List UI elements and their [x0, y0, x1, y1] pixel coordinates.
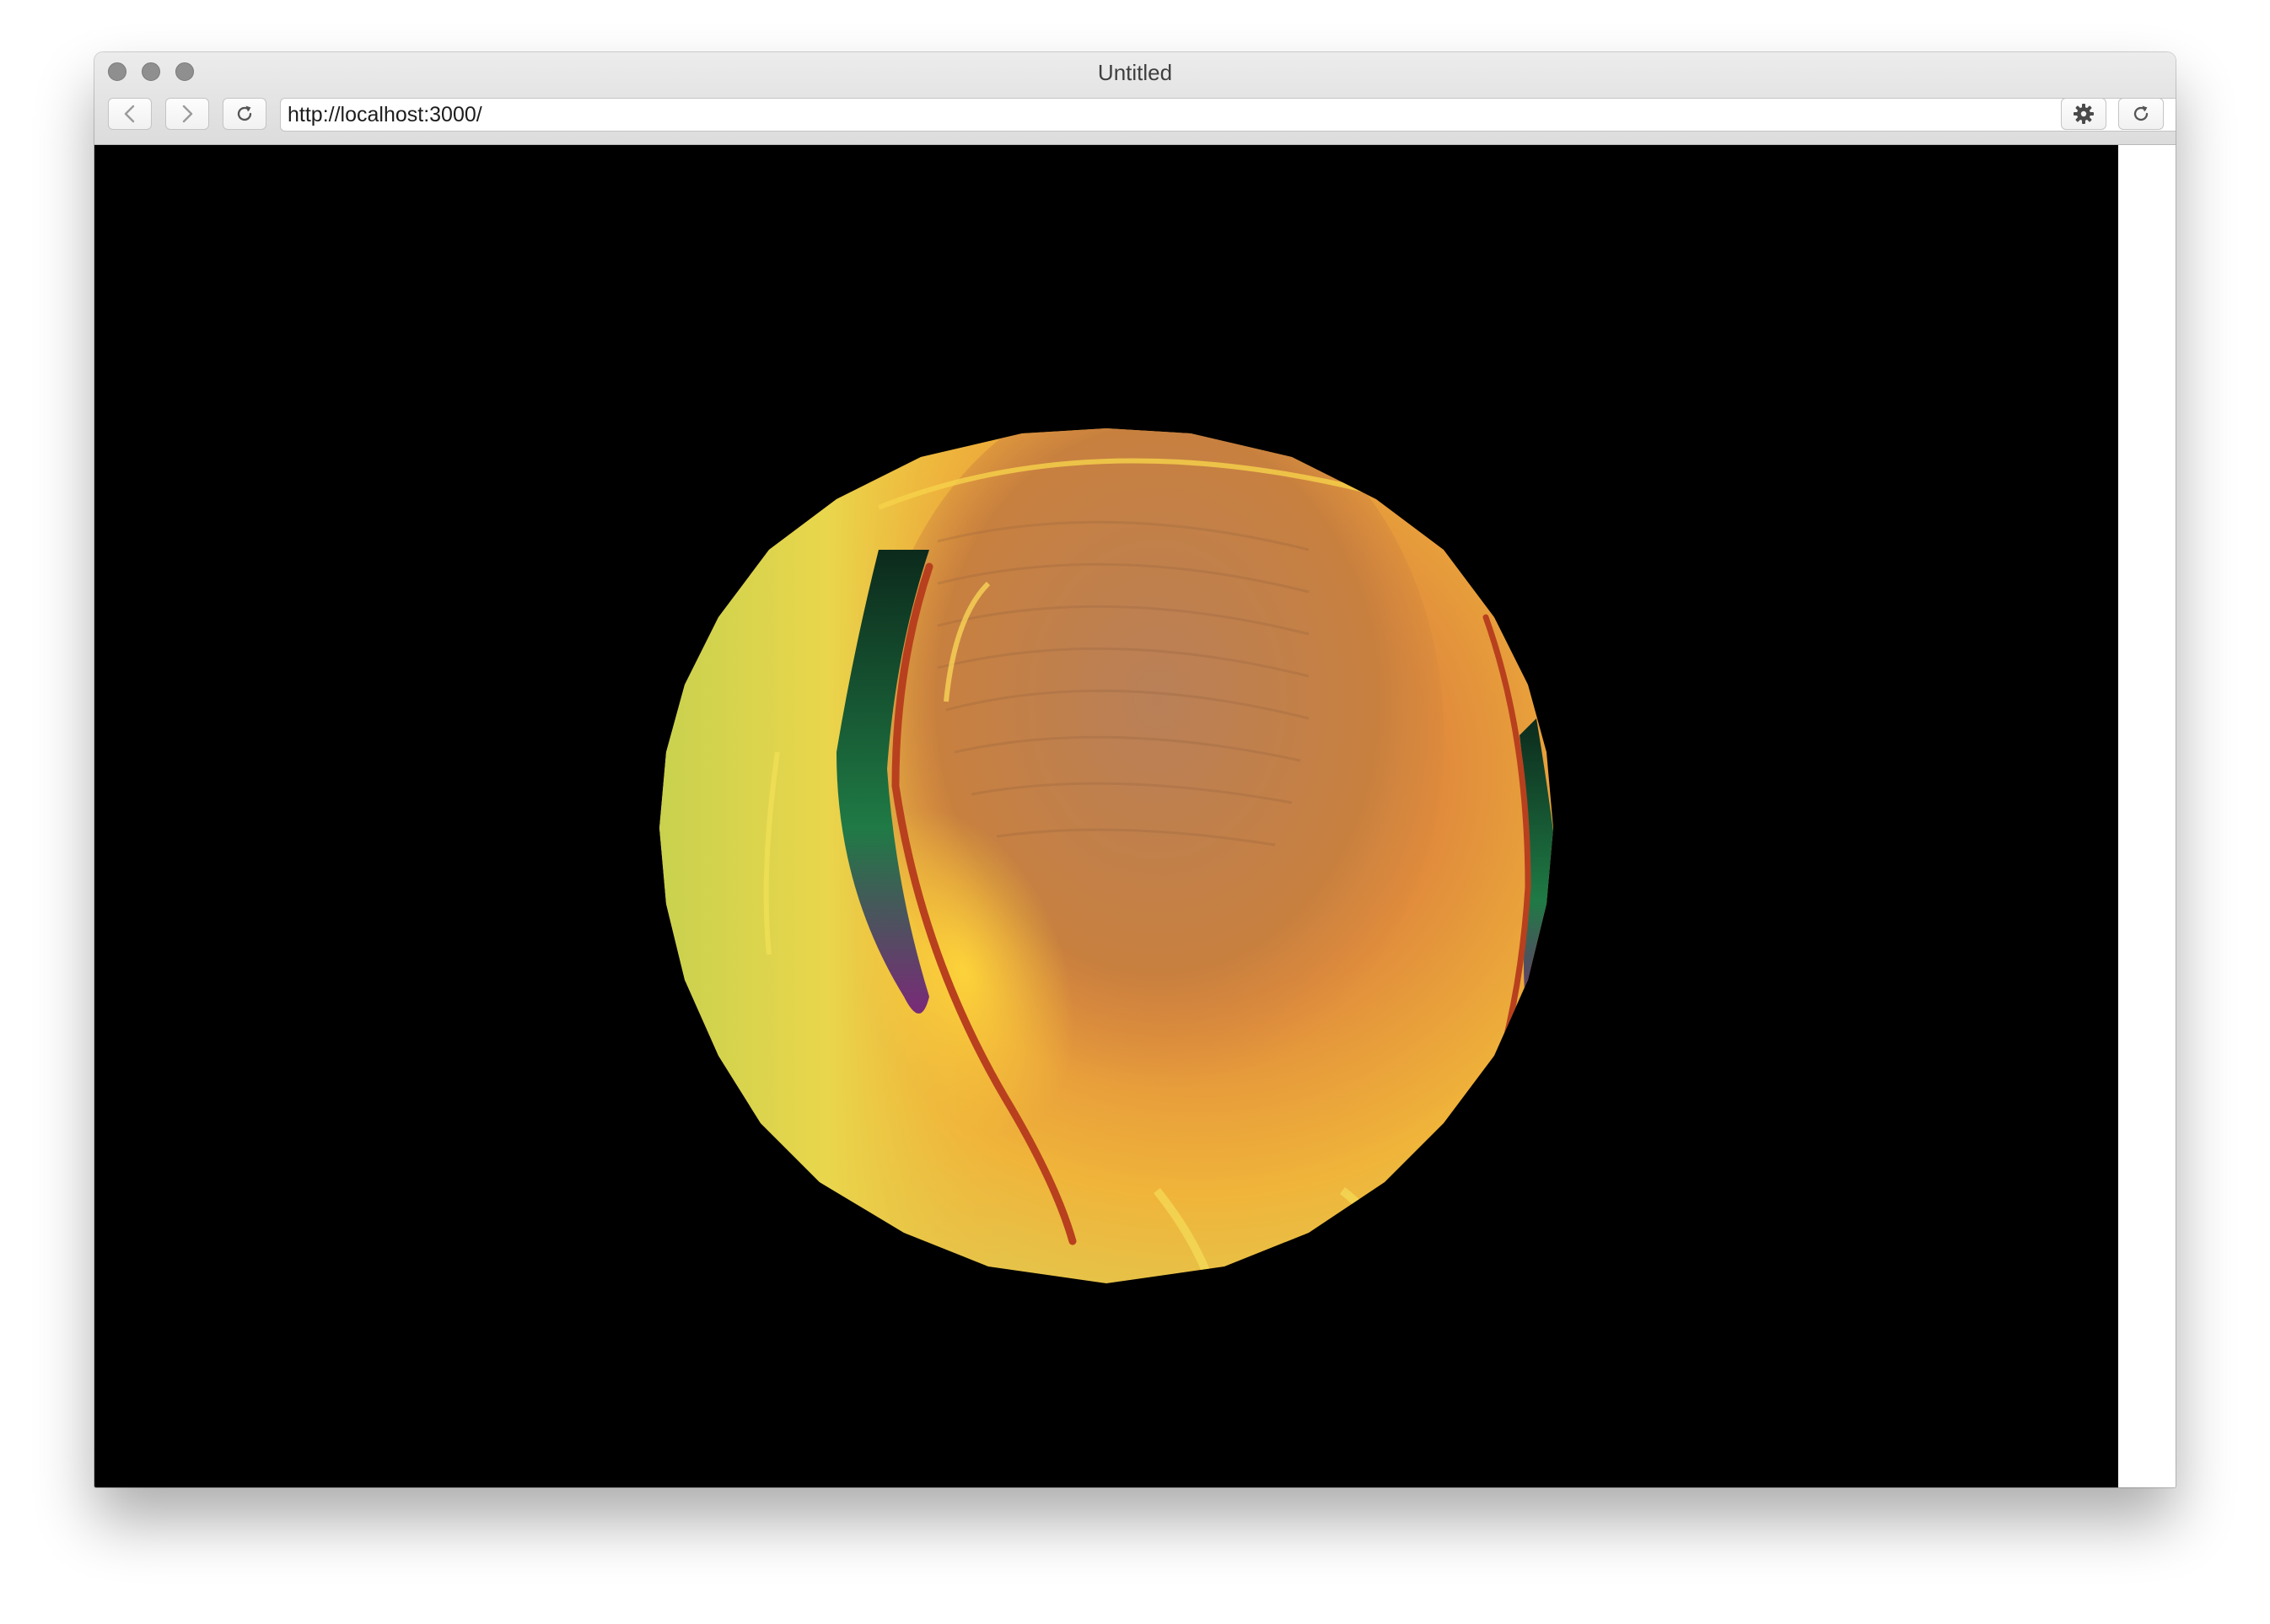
forward-button[interactable]	[165, 98, 209, 130]
textured-sphere	[659, 428, 1553, 1283]
chevron-left-icon	[124, 105, 135, 123]
back-button[interactable]	[108, 98, 152, 130]
window-title: Untitled	[1097, 60, 1173, 85]
sphere-canvas[interactable]	[94, 145, 2118, 1487]
browser-window: Untitled http://localhost:3000/	[94, 52, 2176, 1487]
reload-button[interactable]	[223, 98, 266, 130]
address-bar[interactable]: http://localhost:3000/	[280, 98, 2176, 132]
title-bar: Untitled http://localhost:3000/	[94, 52, 2176, 145]
url-text: http://localhost:3000/	[288, 102, 482, 126]
scrollbar-track[interactable]	[2118, 145, 2176, 1487]
refresh-button[interactable]	[2118, 98, 2164, 130]
chevron-right-icon	[182, 105, 193, 123]
webgl-viewport[interactable]	[94, 145, 2118, 1487]
refresh-icon	[2133, 105, 2149, 121]
reload-icon	[237, 105, 252, 121]
gear-icon	[2074, 104, 2094, 124]
settings-button[interactable]	[2061, 98, 2106, 130]
